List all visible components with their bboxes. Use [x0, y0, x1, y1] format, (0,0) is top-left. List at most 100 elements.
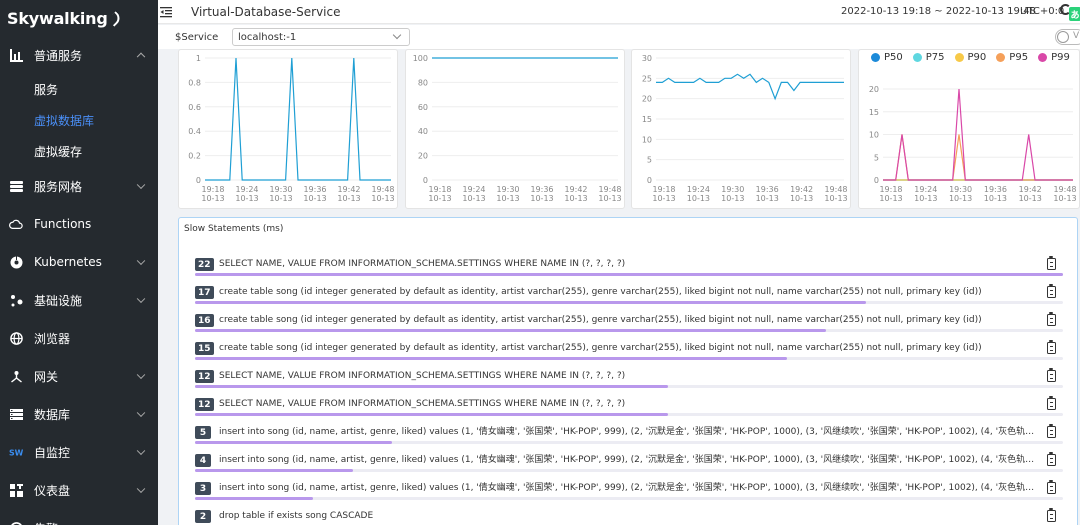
svg-text:SW: SW [9, 449, 23, 458]
sidebar-item-label: 基础设施 [34, 293, 83, 308]
dashboard-icon [9, 483, 23, 497]
y-tick-label: 0.6 [188, 103, 201, 112]
copy-icon[interactable] [1047, 368, 1056, 382]
slow-statement-row[interactable]: 12 SELECT NAME, VALUE FROM INFORMATION_SC… [195, 368, 1063, 396]
chart-3: 05101520253019:1810-1319:2410-1319:3010-… [642, 54, 848, 203]
x-tick-label: 19:36 [303, 185, 326, 194]
chevron-down-icon [136, 180, 146, 190]
sidebar-item-label: 告警 [34, 520, 58, 525]
sidebar-item-general-service[interactable]: 普通服务 [0, 36, 158, 74]
legend-item[interactable]: P50 [871, 52, 903, 63]
y-tick-label: 100 [413, 54, 428, 63]
x-tick-label: 19:36 [530, 185, 553, 194]
legend-item[interactable]: P75 [912, 52, 945, 63]
page-title: Virtual-Database-Service [191, 4, 341, 19]
skywalking-logo[interactable]: Skywalking [0, 0, 158, 36]
copy-icon[interactable] [1047, 452, 1056, 466]
copy-icon[interactable] [1047, 508, 1056, 522]
copy-icon[interactable] [1047, 480, 1056, 494]
legend-item[interactable]: P99 [1038, 52, 1070, 63]
infrastructure-icon [9, 293, 23, 307]
sidebar-item-dashboard[interactable]: 仪表盘 [0, 471, 158, 509]
sidebar-subitem-virtual-database[interactable]: 虚拟数据库 [0, 105, 158, 136]
statement-duration: 5 [195, 426, 211, 439]
duration-bar-fill [195, 385, 669, 388]
slow-statement-row[interactable]: 22 SELECT NAME, VALUE FROM INFORMATION_SC… [195, 256, 1063, 284]
sidebar-item-self-monitor[interactable]: SW 自监控 [0, 433, 158, 471]
sidebar-item-label: 自监控 [34, 445, 71, 460]
copy-icon[interactable] [1047, 340, 1056, 354]
statement-text: SELECT NAME, VALUE FROM INFORMATION_SCHE… [219, 259, 626, 269]
sidebar-item-service-mesh[interactable]: 服务网格 [0, 167, 158, 205]
statement-text: create table song (id integer generated … [219, 315, 982, 325]
statement-duration: 17 [195, 286, 214, 299]
duration-bar-fill [195, 273, 1063, 276]
x-tick-label: 19:24 [235, 185, 258, 194]
x-tick-date: 10-13 [652, 194, 675, 203]
statement-text: insert into song (id, name, artist, genr… [219, 427, 1039, 437]
service-label: $Service [175, 31, 219, 43]
chevron-down-icon [136, 370, 146, 380]
time-range[interactable]: 2022-10-13 19:18 ~ 2022-10-13 19:48 [841, 6, 1036, 17]
slow-statement-row[interactable]: 15 create table song (id integer generate… [195, 340, 1063, 368]
x-tick-date: 10-13 [269, 194, 292, 203]
duration-bar-fill [195, 329, 827, 332]
x-tick-label: 19:30 [496, 185, 519, 194]
slow-statement-row[interactable]: 4 insert into song (id, name, artist, gen… [195, 452, 1063, 480]
chevron-down-icon [136, 484, 146, 494]
chart-card-4: P50 P75 P90 P95 P99 0 5 10 15 20 19:18 10-13 19:24 1… [858, 49, 1080, 209]
statement-duration: 2 [195, 510, 211, 523]
x-tick-date: 10-13 [496, 194, 519, 203]
copy-icon[interactable] [1047, 312, 1056, 326]
x-tick-label: 19:24 [687, 185, 710, 194]
series-line [205, 57, 391, 181]
slow-statement-row[interactable]: 16 create table song (id integer generate… [195, 312, 1063, 340]
legend-item[interactable]: P95 [996, 52, 1028, 63]
x-tick-label: 19:18 [652, 185, 675, 194]
slow-statement-row[interactable]: 5 insert into song (id, name, artist, gen… [195, 424, 1063, 452]
sidebar-item-database[interactable]: 数据库 [0, 395, 158, 433]
legend-item[interactable]: P90 [954, 52, 986, 63]
legend-dot [996, 53, 1006, 62]
sidebar-item-functions[interactable]: Functions [0, 205, 158, 243]
y-tick-label: 0 [874, 176, 879, 185]
chart-card-1: 0 0.2 0.4 0.6 0.8 1 19:18 10-13 19:24 10-13 19:30 1… [178, 49, 398, 209]
timezone: UTC+0:0 [1020, 6, 1065, 17]
sidebar-item-browser[interactable]: 浏览器 [0, 319, 158, 357]
self-monitor-icon: SW [9, 445, 23, 459]
sidebar-item-gateway[interactable]: 网关 [0, 357, 158, 395]
slow-statement-row[interactable]: 2 drop table if exists song CASCADE [195, 508, 1063, 525]
y-tick-label: 10 [869, 131, 879, 140]
sidebar-item-label: 网关 [34, 369, 59, 384]
service-select[interactable]: localhost:-1 [232, 28, 410, 46]
sidebar-item-kubernetes[interactable]: Kubernetes [0, 243, 158, 281]
slow-statement-row[interactable]: 17 create table song (id integer generate… [195, 284, 1063, 312]
sidebar-subitem-virtual-cache[interactable]: 虚拟缓存 [0, 136, 158, 167]
x-tick-label: 19:48 [1053, 185, 1076, 194]
slow-statement-row[interactable]: 12 SELECT NAME, VALUE FROM INFORMATION_SC… [195, 396, 1063, 424]
kubernetes-icon [9, 255, 23, 269]
service-bar: $Service localhost:-1 V [158, 25, 1080, 49]
sidebar-item-label: 服务网格 [34, 179, 83, 194]
statement-duration: 22 [195, 258, 214, 271]
sidebar-item-alarm[interactable]: 告警 [0, 509, 158, 525]
sidebar-item-infrastructure[interactable]: 基础设施 [0, 281, 158, 319]
sidebar-subitem-service[interactable]: 服务 [0, 74, 158, 105]
copy-icon[interactable] [1047, 284, 1056, 298]
chart-legend: P50 P75 P90 P95 P99 [871, 52, 1079, 63]
copy-icon[interactable] [1047, 424, 1056, 438]
view-toggle[interactable]: V [1055, 29, 1080, 45]
duration-bar [195, 385, 1063, 388]
language-switch-icon[interactable]: あ [1069, 7, 1080, 21]
slow-statements-card: Slow Statements (ms) 22 SELECT NAME, VALU… [178, 217, 1078, 525]
y-tick-label: 60 [418, 103, 428, 112]
x-tick-label: 19:30 [949, 185, 972, 194]
menu-fold-icon[interactable] [160, 6, 172, 18]
sidebar-subitem-label: 虚拟缓存 [34, 145, 83, 159]
x-tick-date: 10-13 [984, 194, 1007, 203]
copy-icon[interactable] [1047, 256, 1056, 270]
slow-statement-row[interactable]: 3 insert into song (id, name, artist, gen… [195, 480, 1063, 508]
x-tick-date: 10-13 [371, 194, 394, 203]
statement-text: SELECT NAME, VALUE FROM INFORMATION_SCHE… [219, 371, 626, 381]
copy-icon[interactable] [1047, 396, 1056, 410]
